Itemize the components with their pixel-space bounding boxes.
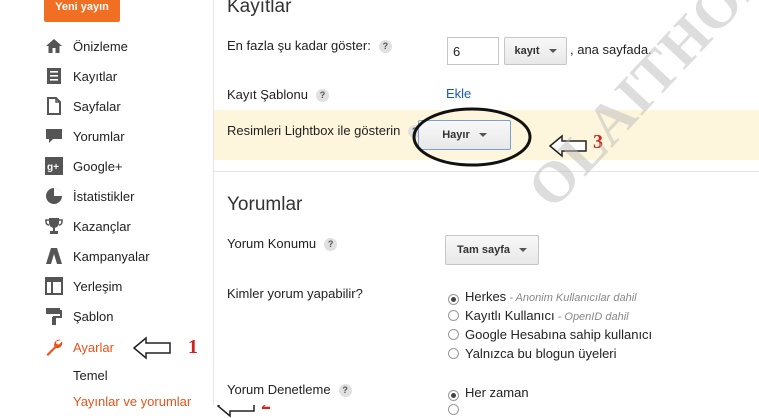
wrench-icon [44, 337, 64, 357]
option-label: Google Hesabına sahip kullanıcı [465, 327, 653, 342]
sidebar-item-label: Şablon [73, 308, 114, 324]
option-label: Herkes [465, 289, 507, 304]
settings-panel: Kayıtlar En fazla şu kadar göster:? 6 ka… [213, 0, 759, 415]
sidebar: Yeni yayın Önizleme Kayıtlar Sayfalar Yo… [0, 0, 271, 418]
who-option-google-account[interactable]: Google Hesabına sahip kullanıcı [448, 327, 652, 342]
sidebar-item-preview[interactable]: Önizleme [44, 34, 209, 58]
sidebar-item-label: Google+ [73, 158, 123, 174]
pages-icon [44, 96, 64, 116]
layout-icon [44, 276, 64, 296]
radio-button[interactable] [448, 310, 459, 321]
sidebar-item-label: Kampanyalar [73, 248, 150, 264]
sidebar-item-stats[interactable]: İstatistikler [44, 184, 209, 208]
option-note: - OpenID dahil [554, 311, 629, 323]
section-title-comments: Yorumlar [227, 194, 303, 215]
post-unit-dropdown[interactable]: kayıt [504, 37, 567, 65]
highlight-circle [412, 107, 532, 167]
home-icon [44, 36, 64, 56]
chevron-down-icon [548, 49, 557, 53]
comment-location-value: Tam sayfa [457, 244, 510, 256]
show-max-text: En fazla şu kadar göster: [227, 38, 371, 53]
comment-location-text: Yorum Konumu [227, 236, 317, 251]
help-icon[interactable]: ? [324, 238, 338, 252]
sidebar-sub-basic[interactable]: Temel [73, 368, 108, 383]
radio-button[interactable] [448, 390, 459, 401]
post-template-label: Kayıt Şablonu? [227, 87, 329, 103]
help-icon[interactable]: ? [338, 384, 352, 398]
chevron-down-icon [519, 248, 527, 252]
posts-icon [44, 66, 64, 86]
sidebar-item-label: Önizleme [73, 38, 128, 54]
stats-icon [44, 186, 64, 206]
post-count-input[interactable]: 6 [447, 37, 499, 65]
radio-button[interactable] [448, 294, 459, 305]
sidebar-item-label: Yerleşim [73, 278, 123, 294]
sidebar-item-label: İstatistikler [73, 188, 135, 204]
moderation-option-always[interactable]: Her zaman [448, 385, 529, 401]
who-option-everyone[interactable]: Herkes - Anonim Kullanıcılar dahil [448, 289, 637, 305]
trophy-icon [44, 216, 64, 236]
sidebar-item-pages[interactable]: Sayfalar [44, 94, 209, 118]
moderation-label: Yorum Denetleme? [227, 382, 352, 398]
show-max-label: En fazla şu kadar göster:? [227, 38, 392, 54]
post-template-text: Kayıt Şablonu [227, 87, 308, 102]
sidebar-item-settings[interactable]: Ayarlar [44, 335, 209, 359]
option-label: Yalnızca bu blogun üyeleri [465, 346, 617, 361]
new-post-button[interactable]: Yeni yayın [44, 0, 120, 22]
who-option-members-only[interactable]: Yalnızca bu blogun üyeleri [448, 346, 617, 361]
sidebar-item-campaigns[interactable]: Kampanyalar [44, 244, 209, 268]
sidebar-item-comments[interactable]: Yorumlar [44, 124, 209, 148]
radio-button[interactable] [448, 329, 459, 340]
section-title-posts: Kayıtlar [227, 0, 292, 17]
radio-button[interactable] [448, 404, 459, 415]
svg-text:g+: g+ [47, 162, 59, 173]
campaign-icon [44, 246, 64, 266]
option-label: Kayıtlı Kullanıcı [465, 308, 555, 323]
who-can-comment-label: Kimler yorum yapabilir? [227, 286, 363, 301]
google-plus-icon: g+ [44, 156, 64, 176]
add-template-link[interactable]: Ekle [446, 86, 471, 101]
sidebar-item-template[interactable]: Şablon [44, 304, 209, 328]
annotation-number-1: 1 [188, 336, 198, 358]
lightbox-text: Resimleri Lightbox ile gösterin [227, 123, 401, 138]
radio-button[interactable] [448, 348, 459, 359]
lightbox-label: Resimleri Lightbox ile gösterin? [227, 123, 422, 139]
sidebar-item-layout[interactable]: Yerleşim [44, 274, 209, 298]
template-icon [44, 306, 64, 326]
section-divider [214, 171, 759, 172]
arrow-left-icon [132, 336, 171, 360]
comment-location-dropdown[interactable]: Tam sayfa [445, 235, 539, 265]
sidebar-item-label: Kazançlar [73, 218, 131, 234]
option-note: - Anonim Kullanıcılar dahil [506, 292, 637, 304]
who-option-registered[interactable]: Kayıtlı Kullanıcı - OpenID dahil [448, 308, 629, 323]
sidebar-item-google-plus[interactable]: g+ Google+ [44, 154, 209, 178]
sidebar-item-label: Sayfalar [73, 98, 121, 114]
sidebar-item-label: Ayarlar [73, 339, 114, 355]
moderation-option-next[interactable] [448, 402, 465, 417]
sidebar-item-label: Yorumlar [73, 128, 125, 144]
moderation-text: Yorum Denetleme [227, 382, 331, 397]
sidebar-item-posts[interactable]: Kayıtlar [44, 64, 209, 88]
comments-icon [44, 126, 64, 146]
help-icon[interactable]: ? [315, 89, 329, 103]
option-label: Her zaman [465, 385, 529, 400]
sidebar-sub-posts-comments[interactable]: Yayınlar ve yorumlar [73, 394, 191, 409]
post-unit-label: kayıt [514, 45, 540, 57]
help-icon[interactable]: ? [378, 40, 392, 54]
sidebar-item-label: Kayıtlar [73, 68, 118, 84]
sidebar-item-earnings[interactable]: Kazançlar [44, 214, 209, 238]
comment-location-label: Yorum Konumu? [227, 236, 338, 252]
